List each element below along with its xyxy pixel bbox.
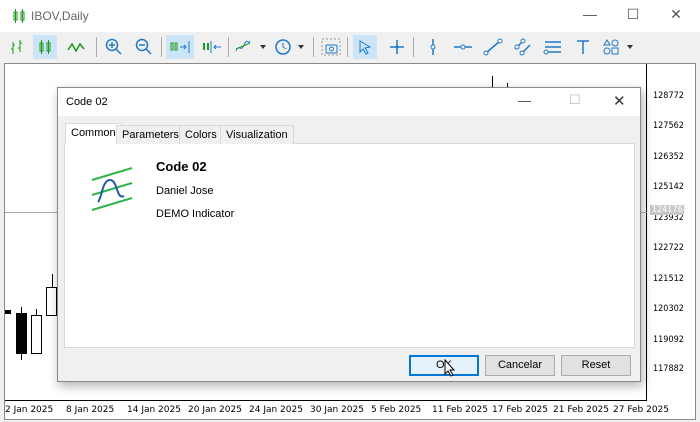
close-button[interactable]: ✕ <box>666 6 686 26</box>
date-label: 2 Jan 2025 <box>5 405 54 415</box>
common-tab-panel: Code 02 Daniel Jose DEMO Indicator <box>64 143 635 348</box>
crosshair-icon[interactable] <box>385 35 409 59</box>
price-label: 128772 <box>653 91 684 101</box>
candle <box>16 313 27 354</box>
indicator-properties-dialog: Code 02 — ☐ ✕ Code 02 Daniel Jose DEMO I… <box>57 87 641 382</box>
tab-visualization[interactable]: Visualization <box>220 125 294 144</box>
candle <box>46 287 57 316</box>
indicator-author: Daniel Jose <box>156 185 214 197</box>
autoscroll-icon[interactable] <box>198 35 226 59</box>
screenshot-icon[interactable] <box>319 35 343 59</box>
bar-chart-icon[interactable] <box>5 35 29 59</box>
price-label: 125142 <box>653 182 684 192</box>
candle <box>5 310 11 314</box>
dialog-title-bar[interactable]: Code 02 — ☐ ✕ <box>58 88 640 116</box>
indicator-icon <box>91 167 133 211</box>
dialog-title: Code 02 <box>66 96 108 108</box>
toolbar <box>0 32 700 62</box>
dialog-close-button[interactable]: ✕ <box>613 92 626 110</box>
timeframes-icon[interactable] <box>273 35 309 59</box>
price-label: 126352 <box>653 152 684 162</box>
date-label: 17 Feb 2025 <box>492 405 549 415</box>
price-label: 121512 <box>653 274 684 284</box>
tab-parameters[interactable]: Parameters <box>116 125 185 144</box>
date-label: 30 Jan 2025 <box>310 405 364 415</box>
price-label: 119092 <box>653 335 684 345</box>
chart-shift-icon[interactable] <box>166 35 194 59</box>
date-label: 21 Feb 2025 <box>553 405 610 415</box>
indicators-icon[interactable] <box>233 35 269 59</box>
horizontal-line-icon[interactable] <box>451 35 475 59</box>
date-label: 14 Jan 2025 <box>127 405 181 415</box>
line-chart-icon[interactable] <box>64 35 88 59</box>
date-label: 27 Feb 2025 <box>613 405 670 415</box>
zoom-out-icon[interactable] <box>132 35 156 59</box>
indicator-name: Code 02 <box>156 159 207 174</box>
tab-common[interactable]: Common <box>65 123 122 144</box>
price-label: 117882 <box>653 364 684 374</box>
text-icon[interactable] <box>571 35 595 59</box>
price-label: 122722 <box>653 243 684 253</box>
date-label: 11 Feb 2025 <box>432 405 489 415</box>
candlestick-icon <box>13 9 25 23</box>
dialog-minimize-button[interactable]: — <box>518 93 531 108</box>
vertical-line-icon[interactable] <box>421 35 445 59</box>
minimize-button[interactable]: — <box>580 6 600 26</box>
date-label: 20 Jan 2025 <box>188 405 242 415</box>
indicator-description: DEMO Indicator <box>156 208 235 220</box>
reset-button[interactable]: Reset <box>561 355 631 376</box>
trendline-icon[interactable] <box>481 35 505 59</box>
date-label: 24 Jan 2025 <box>249 405 303 415</box>
cursor-icon[interactable] <box>353 35 377 59</box>
tab-colors[interactable]: Colors <box>179 125 223 144</box>
date-label: 5 Feb 2025 <box>371 405 422 415</box>
shapes-icon[interactable] <box>601 35 637 59</box>
fibonacci-icon[interactable] <box>541 35 565 59</box>
title-bar: IBOV,Daily — ☐ ✕ <box>0 0 700 32</box>
current-price-label: 124176 <box>650 205 685 215</box>
window-title: IBOV,Daily <box>31 9 89 23</box>
dialog-maximize-button: ☐ <box>569 92 581 107</box>
price-label: 127562 <box>653 121 684 131</box>
cancel-button[interactable]: Cancelar <box>485 355 555 376</box>
mouse-pointer-icon <box>444 359 456 377</box>
candlesticks-icon[interactable] <box>33 35 57 59</box>
date-label: 8 Jan 2025 <box>66 405 115 415</box>
equidistant-channel-icon[interactable] <box>511 35 535 59</box>
zoom-in-icon[interactable] <box>102 35 126 59</box>
candle <box>31 315 42 354</box>
price-label: 120302 <box>653 304 684 314</box>
maximize-button[interactable]: ☐ <box>623 6 643 26</box>
